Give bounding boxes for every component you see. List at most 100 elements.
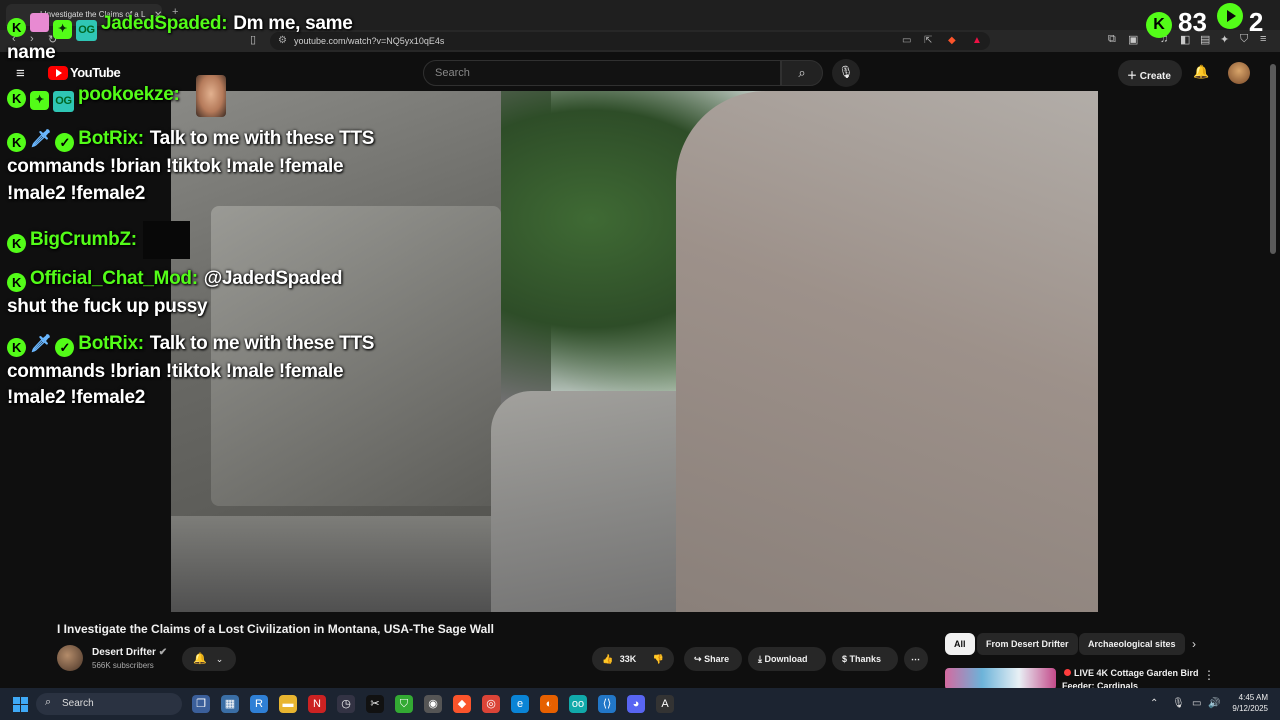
- chat-message-continued: commands !brian !tiktok !male !female: [7, 153, 344, 181]
- more-actions-button[interactable]: ⋯: [904, 647, 928, 671]
- download-label: Download: [764, 654, 808, 664]
- volume-icon[interactable]: 🔊: [1208, 698, 1220, 709]
- account-avatar[interactable]: [1228, 62, 1250, 84]
- widgets-icon[interactable]: ▦: [221, 695, 239, 713]
- chat-message-continued: !male2 !female2: [7, 384, 145, 412]
- search-button[interactable]: ⌕: [781, 60, 823, 86]
- app-r-icon[interactable]: R: [250, 695, 268, 713]
- kick-badge-icon: K: [7, 133, 26, 152]
- chat-text: shut the fuck up pussy: [7, 296, 208, 317]
- sword-badge-icon: 🗡: [30, 129, 52, 148]
- thanks-label: Thanks: [849, 654, 882, 664]
- microphone-tray-icon[interactable]: 🎙: [1172, 698, 1185, 709]
- stream-stats: K 83 2: [1146, 3, 1263, 38]
- chat-username: BigCrumbZ:: [30, 229, 137, 250]
- chip-archaeological-sites[interactable]: Archaeological sites: [1079, 633, 1185, 655]
- leo-ai-icon[interactable]: ✦: [1220, 33, 1229, 46]
- discord-icon[interactable]: ◕: [627, 695, 645, 713]
- clock-app-icon[interactable]: ◷: [337, 695, 355, 713]
- capcut-icon[interactable]: ✂: [366, 695, 384, 713]
- cast-icon[interactable]: ▭: [902, 35, 911, 46]
- video-title: I Investigate the Claims of a Lost Civil…: [57, 622, 494, 636]
- subscriber-count: 566K subscribers: [92, 661, 154, 670]
- windows-start-icon[interactable]: [13, 697, 28, 712]
- taskbar-search-label: Search: [62, 698, 94, 709]
- chip-from-channel[interactable]: From Desert Drifter: [977, 633, 1078, 655]
- webcam-overlay: [196, 75, 226, 117]
- chat-text: Dm me, same: [233, 13, 353, 34]
- chat-text: Talk to me with these TTS: [149, 128, 375, 149]
- chevron-down-icon: ⌄: [215, 654, 224, 664]
- app-oo-icon[interactable]: oo: [569, 695, 587, 713]
- subscription-bell-button[interactable]: 🔔 ⌄: [182, 647, 236, 671]
- thumbs-down-icon[interactable]: 👎: [653, 654, 664, 664]
- channel-name[interactable]: Desert Drifter ✔: [92, 647, 167, 658]
- chat-message: K Official_Chat_Mod: @JadedSpaded: [7, 265, 343, 293]
- share-page-icon[interactable]: ⇱: [924, 35, 932, 46]
- recommended-video-thumbnail[interactable]: [945, 668, 1056, 690]
- search-icon: ⌕: [798, 65, 806, 80]
- share-label: Share: [704, 654, 730, 664]
- play-icon: [1216, 3, 1243, 29]
- like-count: 33K: [619, 654, 637, 664]
- taskbar-search[interactable]: ⌕ Search: [36, 693, 182, 715]
- chat-text: commands !brian !tiktok !male !female: [7, 156, 344, 177]
- tray-overflow-chevron-icon[interactable]: ⌃: [1150, 698, 1158, 709]
- chat-text: !male2 !female2: [7, 183, 146, 204]
- network-icon[interactable]: ▭: [1192, 698, 1201, 709]
- netflix-icon[interactable]: N: [308, 695, 326, 713]
- app-a-icon[interactable]: A: [656, 695, 674, 713]
- vpn-icon[interactable]: ⛉: [1240, 33, 1248, 46]
- youtube-logo-icon[interactable]: [48, 66, 68, 80]
- vscode-icon[interactable]: ⟨⟩: [598, 695, 616, 713]
- chat-message-continued: !male2 !female2: [7, 180, 145, 208]
- chat-message: K BigCrumbZ:: [7, 221, 190, 259]
- create-button[interactable]: ＋ Create: [1118, 60, 1182, 86]
- verified-badge-icon: ✓: [55, 338, 75, 357]
- thanks-button[interactable]: $ Thanks: [832, 647, 898, 671]
- brave-browser-icon[interactable]: ◆: [453, 695, 471, 713]
- channel-avatar[interactable]: [57, 645, 83, 671]
- screen: I Investigate the Claims of a L ✕ + ‹ › …: [0, 0, 1280, 720]
- search-input[interactable]: Search: [423, 60, 781, 86]
- recommended-video-title[interactable]: LIVE 4K Cottage Garden Bird: [1064, 668, 1204, 678]
- more-vertical-icon[interactable]: ⋮: [1203, 668, 1215, 682]
- shield-app-icon[interactable]: ⛉: [395, 695, 413, 713]
- chip-all[interactable]: All: [945, 633, 975, 655]
- chat-username: JadedSpaded:: [101, 13, 228, 34]
- chat-message: K ✦ OG JadedSpaded: Dm me, same: [7, 10, 353, 41]
- taskbar-date[interactable]: 9/12/2025: [1226, 704, 1268, 713]
- file-explorer-icon[interactable]: ▬: [279, 695, 297, 713]
- download-button[interactable]: ⤓ Download: [748, 647, 826, 671]
- screenshot-icon[interactable]: ▣: [1128, 33, 1138, 46]
- create-label: Create: [1139, 71, 1171, 82]
- share-button[interactable]: ↪ Share: [684, 647, 742, 671]
- like-button[interactable]: 👍 33K 👎: [592, 647, 674, 671]
- voice-search-button[interactable]: 🎙: [832, 59, 860, 87]
- chat-message: K 🗡 ✓ BotRix: Talk to me with these TTS: [7, 125, 374, 153]
- firefox-icon[interactable]: ◐: [540, 695, 558, 713]
- bell-icon: 🔔: [193, 653, 207, 665]
- notifications-bell-icon[interactable]: 🔔: [1193, 64, 1209, 80]
- chips-next-chevron-icon[interactable]: ›: [1192, 637, 1196, 651]
- verified-badge-icon: ✓: [55, 133, 75, 152]
- edge-icon[interactable]: e: [511, 695, 529, 713]
- brave-rewards-icon[interactable]: ▲: [972, 35, 982, 46]
- taskbar-time[interactable]: 4:45 AM: [1228, 693, 1268, 702]
- guide-menu-icon[interactable]: ≡: [16, 65, 25, 82]
- chat-text: @JadedSpaded: [203, 268, 343, 289]
- extensions-icon[interactable]: ⧉: [1108, 33, 1116, 46]
- obs-icon[interactable]: ◉: [424, 695, 442, 713]
- chat-message: K ✦ OG pookoekze:: [7, 81, 186, 112]
- task-view-icon[interactable]: ❐: [192, 695, 210, 713]
- share-icon: ↪: [694, 654, 702, 664]
- youtube-logo-text[interactable]: YouTube: [70, 65, 121, 80]
- chat-text: name: [7, 42, 56, 63]
- star-badge-icon: ✦: [53, 20, 72, 39]
- viewer-count: 83: [1178, 7, 1207, 37]
- chrome-icon[interactable]: ◎: [482, 695, 500, 713]
- url-field[interactable]: ⚙ youtube.com/watch?v=NQ5yx10qE4s ▭ ⇱ ◆ …: [270, 32, 990, 50]
- brave-shield-icon[interactable]: ◆: [948, 35, 956, 46]
- thumbs-up-icon: 👍: [602, 654, 614, 664]
- page-scrollbar[interactable]: [1270, 64, 1276, 254]
